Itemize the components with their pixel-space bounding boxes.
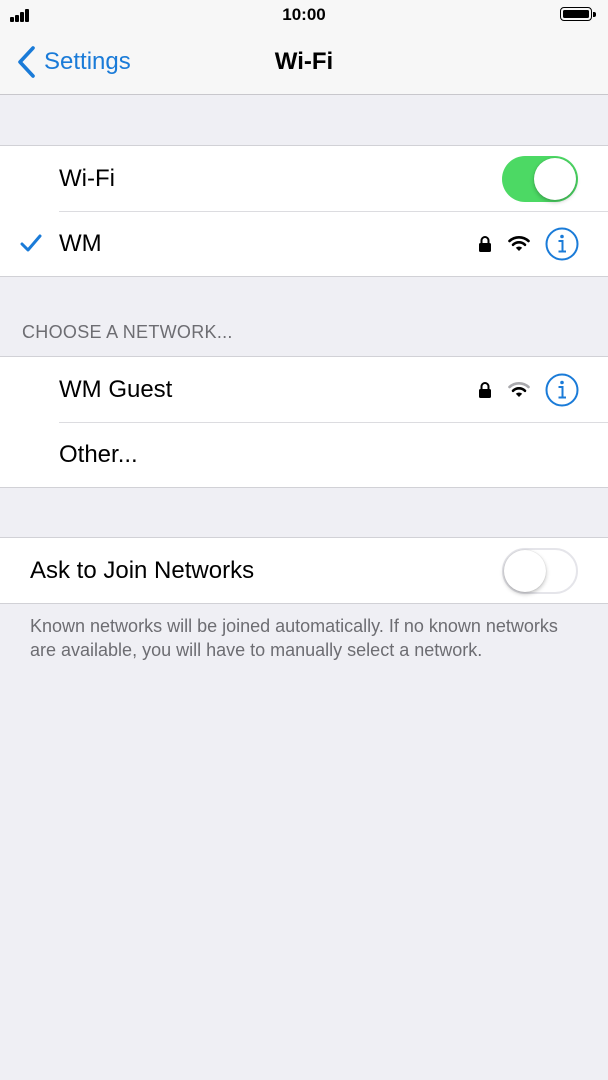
ask-to-join-group: Ask to Join Networks [0, 537, 608, 604]
wifi-toggle-row: Wi-Fi [0, 146, 608, 211]
network-row[interactable]: WM Guest [0, 357, 608, 422]
network-name: WM Guest [59, 375, 173, 403]
status-bar: 10:00 [0, 0, 608, 30]
page-title: Wi-Fi [274, 48, 334, 75]
wifi-signal-icon [508, 236, 530, 251]
network-name: WM [59, 229, 102, 257]
wifi-label: Wi-Fi [59, 164, 115, 192]
battery-icon [560, 7, 598, 23]
ask-to-join-footer: Known networks will be joined automatica… [30, 616, 558, 660]
network-row-connected[interactable]: WM [0, 211, 608, 276]
ask-to-join-toggle[interactable] [502, 547, 578, 594]
checkmark-icon [20, 234, 42, 252]
info-icon[interactable] [545, 373, 579, 407]
network-name: Other... [59, 440, 138, 468]
navigation-bar: Settings Wi-Fi [0, 30, 608, 95]
network-list-group: WM Guest Other... [0, 356, 608, 488]
lock-icon [479, 381, 491, 398]
ask-to-join-row: Ask to Join Networks [0, 538, 608, 603]
ask-to-join-label: Ask to Join Networks [30, 556, 255, 584]
wifi-signal-icon [508, 382, 530, 397]
other-network-row[interactable]: Other... [0, 422, 608, 487]
wifi-toggle[interactable] [502, 155, 578, 202]
info-icon[interactable] [545, 227, 579, 261]
choose-network-header: CHOOSE A NETWORK... [22, 322, 233, 342]
lock-icon [479, 235, 491, 252]
wifi-group: Wi-Fi WM [0, 145, 608, 277]
status-time: 10:00 [282, 5, 326, 24]
